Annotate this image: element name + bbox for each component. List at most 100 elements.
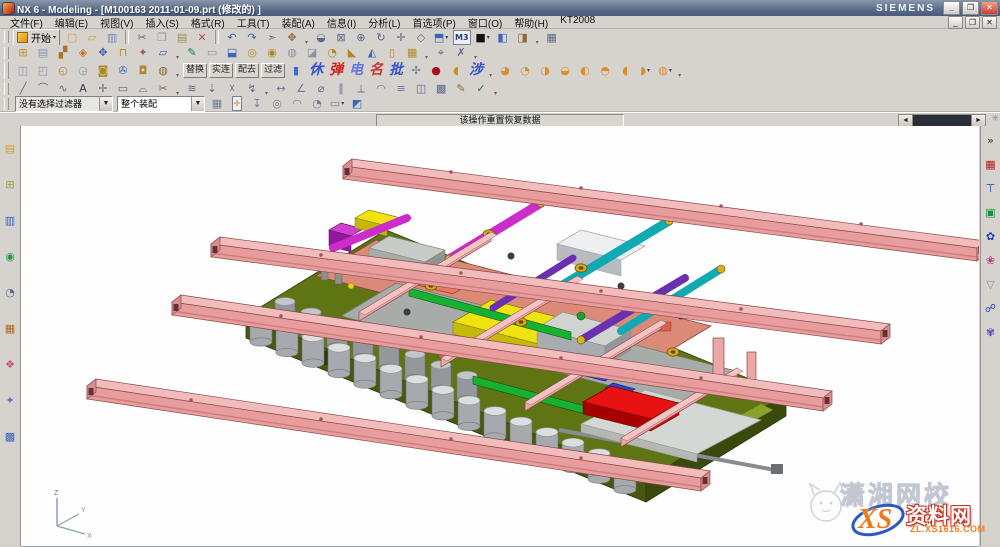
pattern-feature-button[interactable]: ▦ bbox=[403, 44, 421, 61]
fillet-button[interactable]: ⌓ bbox=[134, 80, 152, 97]
highlight-bar-button[interactable]: ▮ bbox=[287, 62, 305, 79]
rectangle-select-button-dropdown-icon[interactable]: ▾ bbox=[341, 100, 344, 107]
face-analysis-1-button[interactable]: ◕ bbox=[496, 62, 514, 79]
toolbar-grip[interactable] bbox=[4, 83, 9, 95]
macro-xiu-button[interactable]: 休 bbox=[307, 62, 325, 79]
pan-button[interactable]: ✛ bbox=[392, 29, 410, 46]
child-restore-button[interactable]: ❐ bbox=[965, 16, 980, 29]
menu-item-6[interactable]: 装配(A) bbox=[275, 15, 320, 30]
macro-tan-button[interactable]: 弹 bbox=[327, 62, 345, 79]
fit-view-button[interactable]: ⊠ bbox=[332, 29, 350, 46]
operation-navigator-icon[interactable]: ◉ bbox=[1, 247, 20, 265]
redo-button[interactable]: ↷ bbox=[243, 29, 261, 46]
studio-render-button[interactable]: ◍ bbox=[154, 62, 172, 79]
reference-set-button[interactable]: ▱ bbox=[154, 44, 172, 61]
text-curve-button[interactable]: A bbox=[74, 80, 92, 97]
web-browser-icon[interactable]: ▩ bbox=[1, 427, 20, 445]
macro-she-button[interactable]: 涉 bbox=[467, 62, 485, 79]
rectangle-select-button[interactable]: ▭▾ bbox=[328, 95, 346, 112]
new-file-button[interactable]: ▢ bbox=[63, 29, 81, 46]
solid-connect-tool-button[interactable]: 实连 bbox=[209, 63, 233, 78]
menu-item-11[interactable]: 帮助(H) bbox=[508, 15, 554, 30]
quadrant-snap-button[interactable]: ◔ bbox=[308, 95, 326, 112]
roles-icon[interactable]: ❖ bbox=[1, 355, 20, 373]
edit-curve-button[interactable]: ✎ bbox=[452, 80, 470, 97]
selection-filter-combo[interactable]: 没有选择过滤器 ▼ bbox=[15, 96, 113, 112]
undo-button[interactable]: ↶ bbox=[223, 29, 241, 46]
paste-button[interactable]: ▤ bbox=[173, 29, 191, 46]
history-icon[interactable]: ◔ bbox=[1, 283, 20, 301]
toolbar-options-chevron[interactable]: ▾ bbox=[678, 72, 681, 79]
studio-spline-button[interactable]: ∿ bbox=[54, 80, 72, 97]
orbit-button[interactable]: ↻ bbox=[372, 29, 390, 46]
graphics-window[interactable]: Z X Y bbox=[21, 126, 979, 547]
mirror-curve-button[interactable]: ◫ bbox=[412, 80, 430, 97]
mold-tool-8-button[interactable]: ✾ bbox=[981, 323, 1000, 341]
snap-point-button[interactable]: ✛ bbox=[228, 95, 246, 112]
point-button[interactable]: ✛ bbox=[94, 80, 112, 97]
constraint-equal-button[interactable]: ≡ bbox=[392, 80, 410, 97]
save-button[interactable]: ▥ bbox=[103, 29, 121, 46]
assembly-constraints-button[interactable]: ⊓ bbox=[114, 44, 132, 61]
revolve-button[interactable]: ◎ bbox=[243, 44, 261, 61]
fit-remove-tool-button[interactable]: 配去 bbox=[235, 63, 259, 78]
endpoint-snap-button[interactable]: ↧ bbox=[248, 95, 266, 112]
background-color-button[interactable]: ■▾ bbox=[474, 29, 492, 46]
extrude-button[interactable]: ⬓ bbox=[223, 44, 241, 61]
child-minimize-button[interactable]: _ bbox=[948, 16, 963, 29]
replace-tool-button[interactable]: 替换 bbox=[183, 63, 207, 78]
part-navigator-icon[interactable]: ▥ bbox=[1, 211, 20, 229]
perspective-button[interactable]: ◇ bbox=[412, 29, 430, 46]
mirror-assembly-button[interactable]: ◈ bbox=[74, 44, 92, 61]
menu-item-4[interactable]: 格式(R) bbox=[185, 15, 231, 30]
arc-button[interactable]: ⌒ bbox=[34, 80, 52, 97]
move-component-button[interactable]: ✥ bbox=[94, 44, 112, 61]
face-analysis-4-button[interactable]: ◒ bbox=[556, 62, 574, 79]
edge-blend-button[interactable]: ◔ bbox=[323, 44, 341, 61]
new-component-button[interactable]: ▤ bbox=[34, 44, 52, 61]
cut-button[interactable]: ✂ bbox=[133, 29, 151, 46]
quick-trim-button[interactable]: ✂ bbox=[154, 80, 172, 97]
unite-button[interactable]: ◍ bbox=[283, 44, 301, 61]
gold-tool-button[interactable]: ◖ bbox=[447, 62, 465, 79]
menu-item-7[interactable]: 信息(I) bbox=[321, 15, 362, 30]
open-file-button[interactable]: ▱ bbox=[83, 29, 101, 46]
appearance-button[interactable]: ◘ bbox=[134, 62, 152, 79]
menu-item-8[interactable]: 分析(L) bbox=[362, 15, 406, 30]
expand-toolbar-button[interactable]: » bbox=[981, 131, 1000, 149]
menu-item-10[interactable]: 窗口(O) bbox=[462, 15, 508, 30]
menu-item-9[interactable]: 首选项(P) bbox=[407, 15, 462, 30]
measure-distance-button[interactable]: ⌖ bbox=[432, 44, 450, 61]
face-analysis-8-button-dropdown-icon[interactable]: ▾ bbox=[647, 67, 650, 74]
mold-tool-2-button[interactable]: ⊤ bbox=[981, 179, 1000, 197]
face-analysis-2-button[interactable]: ◔ bbox=[516, 62, 534, 79]
start-menu-button[interactable]: 开始 ▾ bbox=[13, 29, 60, 46]
shaded-view-button-dropdown-icon[interactable]: ▾ bbox=[445, 34, 448, 41]
mold-tool-4-button[interactable]: ✿ bbox=[981, 227, 1000, 245]
auto-constrain-button[interactable]: ✓ bbox=[472, 80, 490, 97]
toolbar-options-chevron[interactable]: ▾ bbox=[489, 72, 492, 79]
zoom-button[interactable]: ⊕ bbox=[352, 29, 370, 46]
minimize-button[interactable]: _ bbox=[943, 1, 960, 15]
rotate-cube-button[interactable]: ◧ bbox=[494, 29, 512, 46]
toolbar-grip[interactable] bbox=[4, 31, 9, 44]
shaded-pick-button[interactable]: ◩ bbox=[348, 95, 366, 112]
face-analysis-7-button[interactable]: ◖ bbox=[616, 62, 634, 79]
visualization-button[interactable]: ✇ bbox=[114, 62, 132, 79]
display-mode-button[interactable]: ◶ bbox=[74, 62, 92, 79]
background-color-button-dropdown-icon[interactable]: ▾ bbox=[487, 34, 490, 41]
delete-button[interactable]: ✕ bbox=[193, 29, 211, 46]
filter-tool-button[interactable]: 过滤 bbox=[261, 63, 285, 78]
mold-tool-6-button[interactable]: ▽ bbox=[981, 275, 1000, 293]
context-help-button[interactable]: ▦ bbox=[543, 29, 561, 46]
offset-curve-button[interactable]: ≋ bbox=[183, 80, 201, 97]
mold-tool-3-button[interactable]: ▣ bbox=[981, 203, 1000, 221]
datum-plane-button[interactable]: ▭ bbox=[203, 44, 221, 61]
toolbar-grip[interactable] bbox=[4, 98, 9, 110]
edit-section-button[interactable]: ◵ bbox=[54, 62, 72, 79]
child-close-button[interactable]: ✕ bbox=[982, 16, 997, 29]
center-snap-button[interactable]: ◎ bbox=[268, 95, 286, 112]
selection-scope-dropdown-icon[interactable]: ▼ bbox=[191, 97, 204, 111]
menu-item-3[interactable]: 插入(S) bbox=[139, 15, 184, 30]
mold-tool-7-button[interactable]: ☍ bbox=[981, 299, 1000, 317]
